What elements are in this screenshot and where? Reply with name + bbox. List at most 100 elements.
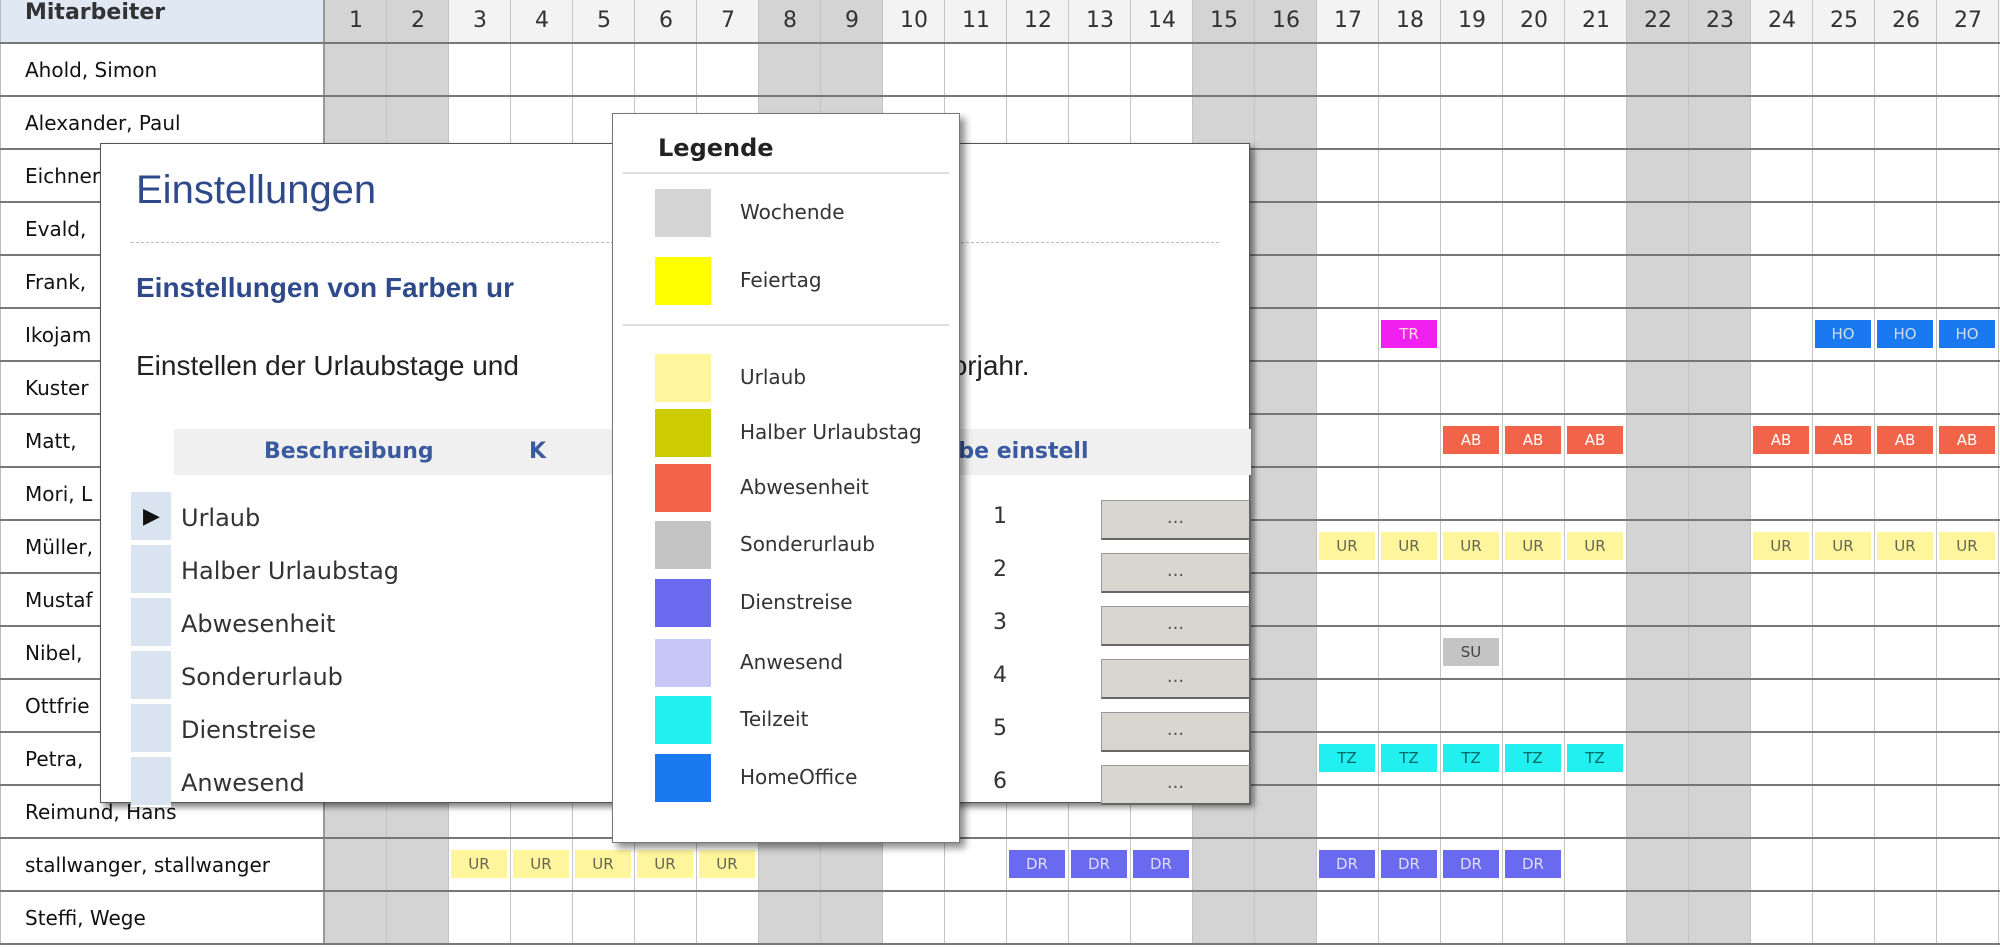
day-cell[interactable]	[945, 892, 1007, 943]
day-cell[interactable]	[1441, 680, 1503, 731]
day-cell[interactable]	[1255, 839, 1317, 890]
day-cell[interactable]	[697, 892, 759, 943]
day-cell[interactable]	[1379, 892, 1441, 943]
day-cell[interactable]	[1441, 44, 1503, 95]
day-cell[interactable]	[1627, 309, 1689, 360]
day-cell[interactable]: UR	[1441, 521, 1503, 572]
column-header-beschreibung[interactable]: Beschreibung	[264, 439, 434, 464]
day-cell[interactable]	[1751, 150, 1813, 201]
day-cell[interactable]	[1627, 415, 1689, 466]
day-cell[interactable]	[759, 839, 821, 890]
day-cell[interactable]	[1379, 680, 1441, 731]
day-cell[interactable]	[325, 97, 387, 148]
day-cell[interactable]	[1937, 786, 1999, 837]
day-cell[interactable]	[1565, 97, 1627, 148]
day-cell[interactable]	[1937, 97, 1999, 148]
day-cell[interactable]	[1751, 44, 1813, 95]
day-cell[interactable]	[1255, 892, 1317, 943]
day-cell[interactable]	[1317, 786, 1379, 837]
day-cell[interactable]	[1875, 733, 1937, 784]
absence-badge[interactable]: HO	[1939, 320, 1995, 348]
day-cell[interactable]	[1627, 733, 1689, 784]
day-cell[interactable]	[511, 44, 573, 95]
day-cell[interactable]: UR	[1813, 521, 1875, 572]
day-cell[interactable]	[1317, 309, 1379, 360]
day-cell[interactable]: SU	[1441, 627, 1503, 678]
day-cell[interactable]	[1751, 97, 1813, 148]
beschreibung-cell[interactable]: Urlaub	[181, 504, 260, 532]
day-cell[interactable]	[1069, 44, 1131, 95]
row-selector[interactable]	[131, 757, 171, 807]
day-cell[interactable]	[1565, 44, 1627, 95]
day-cell[interactable]	[1503, 97, 1565, 148]
day-cell[interactable]: DR	[1007, 839, 1069, 890]
day-cell[interactable]	[1255, 627, 1317, 678]
row-selector[interactable]	[131, 545, 171, 595]
day-cell[interactable]	[1379, 627, 1441, 678]
day-cell[interactable]	[1255, 203, 1317, 254]
absence-badge[interactable]: DR	[1505, 850, 1561, 878]
day-cell[interactable]	[1565, 892, 1627, 943]
absence-badge[interactable]: DR	[1133, 850, 1189, 878]
day-cell[interactable]	[1503, 680, 1565, 731]
day-cell[interactable]	[1441, 97, 1503, 148]
day-cell[interactable]: UR	[573, 839, 635, 890]
set-color-button[interactable]: ...	[1101, 712, 1251, 752]
day-cell[interactable]	[449, 44, 511, 95]
day-cell[interactable]	[821, 44, 883, 95]
day-cell[interactable]	[1751, 309, 1813, 360]
day-cell[interactable]	[1317, 203, 1379, 254]
day-cell[interactable]: TZ	[1379, 733, 1441, 784]
day-cell[interactable]: AB	[1565, 415, 1627, 466]
day-cell[interactable]	[449, 892, 511, 943]
day-cell[interactable]	[1255, 786, 1317, 837]
sort-cell[interactable]: 3	[993, 610, 1007, 635]
day-cell[interactable]	[1379, 786, 1441, 837]
absence-badge[interactable]: DR	[1009, 850, 1065, 878]
sort-cell[interactable]: 4	[993, 663, 1007, 688]
day-cell[interactable]	[1689, 892, 1751, 943]
day-cell[interactable]	[1379, 415, 1441, 466]
day-cell[interactable]	[1689, 680, 1751, 731]
day-cell[interactable]	[1255, 415, 1317, 466]
day-cell[interactable]: UR	[1751, 521, 1813, 572]
day-cell[interactable]: HO	[1937, 309, 1999, 360]
absence-badge[interactable]: AB	[1567, 426, 1623, 454]
day-cell[interactable]	[1627, 468, 1689, 519]
day-cell[interactable]	[1937, 574, 1999, 625]
day-cell[interactable]	[1751, 203, 1813, 254]
day-cell[interactable]	[1751, 627, 1813, 678]
employee-name-cell[interactable]: Ahold, Simon	[0, 44, 325, 95]
day-cell[interactable]	[1937, 733, 1999, 784]
day-cell[interactable]	[1689, 309, 1751, 360]
day-cell[interactable]	[1875, 680, 1937, 731]
day-cell[interactable]	[1689, 786, 1751, 837]
day-cell[interactable]	[1317, 892, 1379, 943]
day-cell[interactable]	[1627, 203, 1689, 254]
absence-badge[interactable]: AB	[1815, 426, 1871, 454]
absence-badge[interactable]: UR	[575, 850, 631, 878]
absence-badge[interactable]: UR	[637, 850, 693, 878]
day-cell[interactable]	[945, 839, 1007, 890]
day-cell[interactable]	[1379, 150, 1441, 201]
day-cell[interactable]: UR	[1317, 521, 1379, 572]
day-cell[interactable]	[1503, 309, 1565, 360]
day-cell[interactable]	[1875, 468, 1937, 519]
day-cell[interactable]	[1317, 680, 1379, 731]
day-cell[interactable]	[1751, 786, 1813, 837]
day-cell[interactable]	[1317, 150, 1379, 201]
day-cell[interactable]	[1689, 44, 1751, 95]
absence-badge[interactable]: HO	[1877, 320, 1933, 348]
day-cell[interactable]: TZ	[1565, 733, 1627, 784]
employee-row[interactable]: stallwanger, stallwanger UR UR UR UR UR DR DR DR…	[0, 839, 2000, 892]
day-cell[interactable]	[1937, 256, 1999, 307]
beschreibung-cell[interactable]: Anwesend	[181, 769, 305, 797]
day-cell[interactable]	[1689, 574, 1751, 625]
day-cell[interactable]	[1317, 97, 1379, 148]
day-cell[interactable]	[1751, 680, 1813, 731]
row-selector[interactable]	[131, 704, 171, 754]
day-cell[interactable]	[1627, 97, 1689, 148]
day-cell[interactable]	[1131, 97, 1193, 148]
day-cell[interactable]: DR	[1379, 839, 1441, 890]
day-cell[interactable]: AB	[1503, 415, 1565, 466]
